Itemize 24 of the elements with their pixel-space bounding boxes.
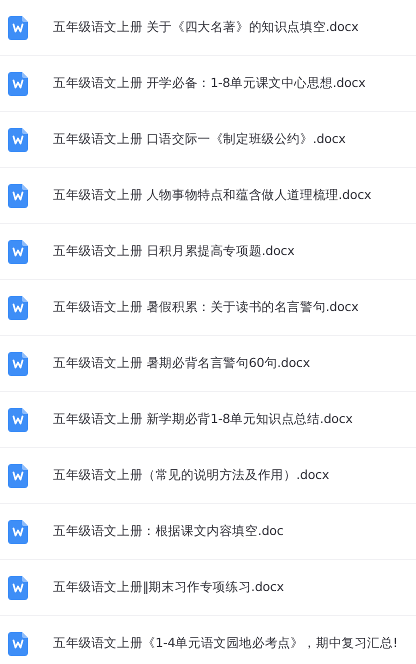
file-name[interactable]: 五年级语文上册：根据课文内容填空.doc	[53, 523, 284, 540]
file-name[interactable]: 五年级语文上册 暑期必背名言警句60句.docx	[53, 355, 310, 372]
file-name[interactable]: 五年级语文上册 口语交际一《制定班级公约》.docx	[53, 131, 346, 148]
file-name[interactable]: 五年级语文上册《1-4单元语文园地必考点》，期中复习汇总!	[53, 635, 398, 652]
word-document-icon	[8, 576, 28, 600]
file-name[interactable]: 五年级语文上册 开学必备：1-8单元课文中心思想.docx	[53, 75, 366, 92]
word-document-icon	[8, 128, 28, 152]
file-name[interactable]: 五年级语文上册 人物事物特点和蕴含做人道理梳理.docx	[53, 187, 372, 204]
word-document-icon	[8, 72, 28, 96]
word-document-icon	[8, 632, 28, 656]
file-name[interactable]: 五年级语文上册 关于《四大名著》的知识点填空.docx	[53, 19, 358, 36]
word-document-icon	[8, 352, 28, 376]
word-document-icon	[8, 296, 28, 320]
word-document-icon	[8, 184, 28, 208]
word-document-icon	[8, 464, 28, 488]
file-name[interactable]: 五年级语文上册 日积月累提高专项题.docx	[53, 243, 294, 260]
file-name[interactable]: 五年级语文上册（常见的说明方法及作用）.docx	[53, 467, 330, 484]
word-document-icon	[8, 240, 28, 264]
file-name[interactable]: 五年级语文上册 暑假积累：关于读书的名言警句.docx	[53, 299, 358, 316]
file-name[interactable]: 五年级语文上册‖期末习作专项练习.docx	[53, 579, 284, 596]
file-name[interactable]: 五年级语文上册 新学期必背1-8单元知识点总结.docx	[53, 411, 353, 428]
word-document-icon	[8, 408, 28, 432]
word-document-icon	[8, 16, 28, 40]
word-document-icon	[8, 520, 28, 544]
